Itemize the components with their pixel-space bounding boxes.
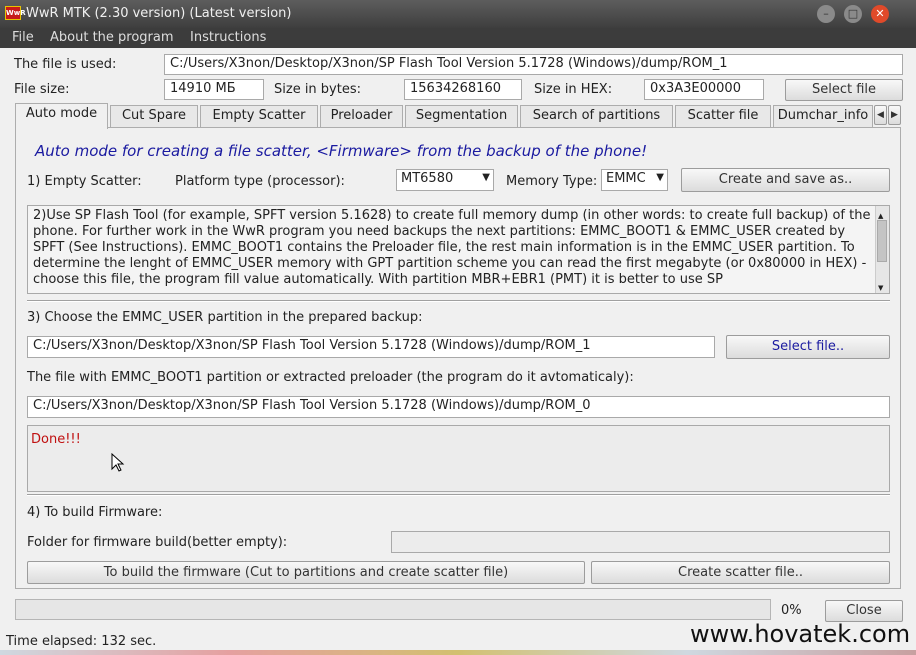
chevron-down-icon: ▼ xyxy=(482,172,490,183)
instructions-content: 2)Use SP Flash Tool (for example, SPFT v… xyxy=(33,208,871,287)
create-save-button[interactable]: Create and save as.. xyxy=(681,168,890,192)
app-icon: WwR xyxy=(5,6,26,20)
divider xyxy=(27,300,890,302)
step3-label: 3) Choose the EMMC_USER partition in the… xyxy=(27,310,423,325)
menu-instructions[interactable]: Instructions xyxy=(190,30,266,45)
close-button[interactable]: Close xyxy=(825,600,903,622)
tab-scatter-file[interactable]: Scatter file xyxy=(675,105,771,127)
memory-type-value: EMMC xyxy=(606,171,646,186)
create-scatter-button[interactable]: Create scatter file.. xyxy=(591,561,890,584)
close-window-button[interactable]: ✕ xyxy=(871,5,889,23)
instructions-text[interactable]: 2)Use SP Flash Tool (for example, SPFT v… xyxy=(27,205,890,294)
file-size-label: File size: xyxy=(14,82,70,97)
tab-segmentation[interactable]: Segmentation xyxy=(405,105,518,127)
size-bytes-label: Size in bytes: xyxy=(274,82,361,97)
build-firmware-button[interactable]: To build the firmware (Cut to partitions… xyxy=(27,561,585,584)
memory-type-select[interactable]: EMMC ▼ xyxy=(601,169,668,191)
scroll-down-icon[interactable]: ▼ xyxy=(878,280,883,293)
log-box: Done!!! xyxy=(27,425,890,492)
progress-bar xyxy=(15,599,771,620)
divider xyxy=(27,494,890,496)
instructions-scrollbar[interactable]: ▲ ▼ xyxy=(875,206,889,293)
folder-label: Folder for firmware build(better empty): xyxy=(27,535,288,550)
auto-mode-heading: Auto mode for creating a file scatter, <… xyxy=(35,142,648,160)
tab-preloader[interactable]: Preloader xyxy=(320,105,403,127)
file-used-label: The file is used: xyxy=(14,57,117,72)
mouse-cursor-icon xyxy=(111,453,125,472)
tab-scroll-left-icon[interactable]: ◀ xyxy=(874,105,887,125)
file-used-field[interactable]: C:/Users/X3non/Desktop/X3non/SP Flash To… xyxy=(164,54,903,75)
platform-select[interactable]: MT6580 ▼ xyxy=(396,169,494,191)
watermark-text: www.hovatek.com xyxy=(690,620,911,648)
tab-cut-spare[interactable]: Cut Spare xyxy=(110,105,198,127)
maximize-button[interactable]: □ xyxy=(844,5,862,23)
minimize-button[interactable]: – xyxy=(817,5,835,23)
tab-scroll-right-icon[interactable]: ▶ xyxy=(888,105,901,125)
platform-value: MT6580 xyxy=(401,171,454,186)
size-hex-label: Size in HEX: xyxy=(534,82,613,97)
emmc-user-path-field[interactable]: C:/Users/X3non/Desktop/X3non/SP Flash To… xyxy=(27,336,715,358)
tab-dumchar-info[interactable]: Dumchar_info xyxy=(773,105,873,127)
progress-percent: 0% xyxy=(781,603,802,618)
step4-label: 4) To build Firmware: xyxy=(27,505,163,520)
background-strip xyxy=(0,650,916,655)
boot1-path-field[interactable]: C:/Users/X3non/Desktop/X3non/SP Flash To… xyxy=(27,396,890,418)
file-size-field[interactable]: 14910 МБ xyxy=(164,79,264,100)
title-bar: WwR WwR MTK (2.30 version) (Latest versi… xyxy=(0,0,916,28)
select-emmc-user-button[interactable]: Select file.. xyxy=(726,335,890,359)
chevron-down-icon: ▼ xyxy=(656,172,664,183)
scrollbar-thumb[interactable] xyxy=(877,220,887,262)
menu-bar: File About the program Instructions xyxy=(0,28,916,48)
menu-file[interactable]: File xyxy=(12,30,34,45)
select-file-button[interactable]: Select file xyxy=(785,79,903,101)
window-title: WwR MTK (2.30 version) (Latest version) xyxy=(26,6,292,21)
tab-auto-mode[interactable]: Auto mode xyxy=(15,103,108,129)
folder-field[interactable] xyxy=(391,531,890,553)
platform-label: Platform type (processor): xyxy=(175,174,345,189)
size-bytes-field[interactable]: 15634268160 xyxy=(404,79,522,100)
empty-scatter-label: 1) Empty Scatter: xyxy=(27,174,142,189)
log-done-text: Done!!! xyxy=(31,432,81,447)
memory-type-label: Memory Type: xyxy=(506,174,598,189)
tab-search-partitions[interactable]: Search of partitions xyxy=(520,105,673,127)
boot1-label: The file with EMMC_BOOT1 partition or ex… xyxy=(27,370,634,385)
time-elapsed: Time elapsed: 132 sec. xyxy=(6,634,157,649)
tab-empty-scatter[interactable]: Empty Scatter xyxy=(200,105,318,127)
size-hex-field[interactable]: 0x3A3E00000 xyxy=(644,79,764,100)
menu-about[interactable]: About the program xyxy=(50,30,174,45)
